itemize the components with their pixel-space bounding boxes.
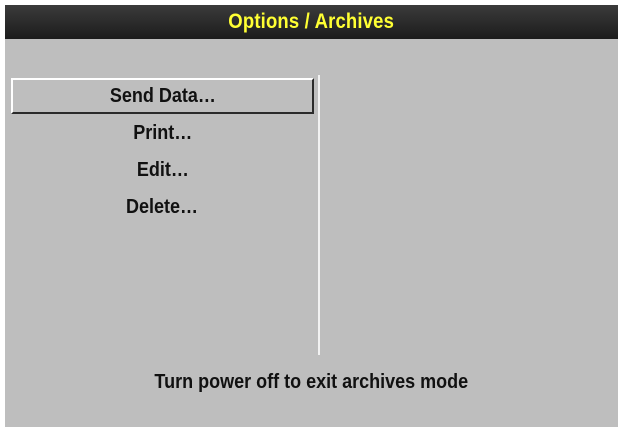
options-menu: Send Data… Print… Edit… Delete… xyxy=(11,78,316,358)
menu-item-label: Send Data… xyxy=(109,85,216,107)
menu-item-send-data[interactable]: Send Data… xyxy=(11,78,314,114)
title-bar: Options / Archives xyxy=(5,5,618,39)
menu-item-label: Edit… xyxy=(136,159,189,181)
page-title: Options / Archives xyxy=(228,10,395,33)
status-message-text: Turn power off to exit archives mode xyxy=(154,371,469,393)
menu-item-print[interactable]: Print… xyxy=(11,115,314,151)
menu-item-label: Print… xyxy=(132,122,193,144)
archives-screen: Options / Archives Send Data… Print… Edi… xyxy=(5,5,618,427)
menu-item-label: Delete… xyxy=(126,196,199,218)
status-message: Turn power off to exit archives mode xyxy=(5,371,618,394)
menu-item-edit[interactable]: Edit… xyxy=(11,152,314,188)
menu-item-delete[interactable]: Delete… xyxy=(11,189,314,225)
panel-divider xyxy=(318,75,320,355)
